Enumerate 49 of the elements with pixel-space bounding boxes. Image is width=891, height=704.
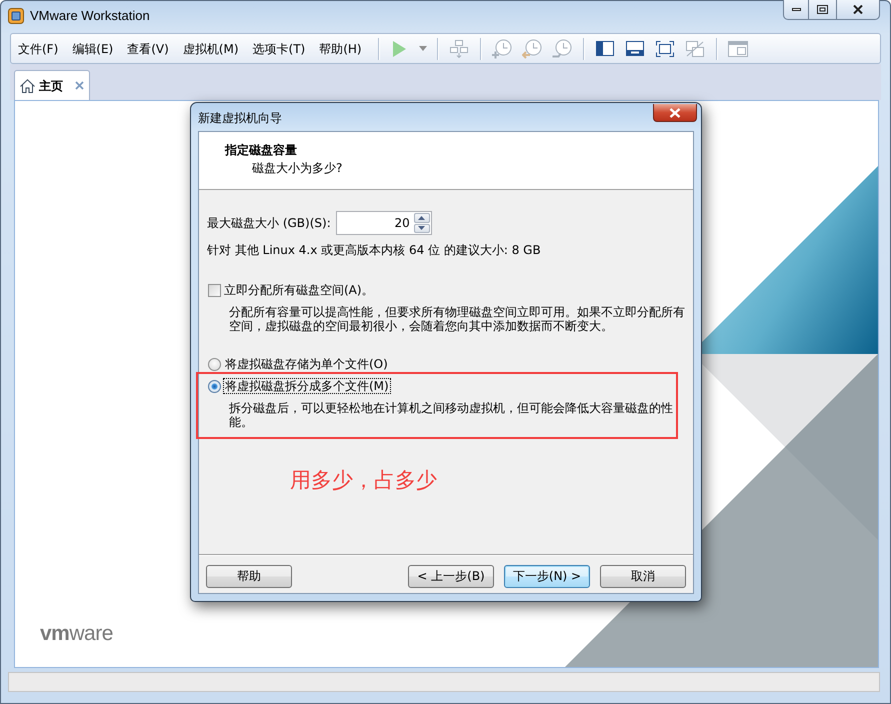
wizard-button[interactable]: 取消 [600, 565, 686, 588]
dialog-heading: 指定磁盘容量 [225, 142, 298, 158]
clock-icon [552, 38, 572, 58]
squares-icon [450, 40, 468, 58]
restore-button[interactable] [809, 0, 837, 20]
restore-icon [817, 5, 828, 14]
checkbox[interactable] [208, 284, 221, 296]
bottom-panel-icon [626, 41, 644, 56]
dialog-subheading: 磁盘大小为多少? [251, 160, 344, 176]
tab[interactable]: 主页 [14, 70, 90, 100]
play-icon [393, 40, 406, 56]
radio-button[interactable] [208, 358, 221, 370]
overlapping-windows-icon [686, 40, 704, 56]
minimize-icon [792, 8, 800, 11]
caret-icon [418, 46, 427, 51]
fullscreen-icon [656, 40, 674, 56]
option-description: 分配所有容量可以提高性能，但要求所有物理磁盘空间立即可用。如果不立即分配所有空间，虚拟磁盘的空间最初很小，会随着您向其中添加数据而不断变大。 [229, 305, 686, 333]
annotation-text: 用多少，占多少 [290, 468, 438, 492]
window-icon [728, 40, 748, 56]
wizard-button[interactable]: 下一步(N) > [504, 565, 590, 588]
recommendation-text: 针对 其他 Linux 4.x 或更高版本内核 64 位 的建议大小: 8 GB [207, 243, 542, 257]
clock-arrow-icon [522, 38, 542, 58]
wizard-button[interactable]: < 上一步(B) [408, 565, 494, 588]
close-icon [853, 5, 863, 14]
app-icon [8, 8, 24, 24]
option-description: 拆分磁盘后，可以更轻松地在计算机之间移动虚拟机，但可能会降低大容量磁盘的性能。 [229, 401, 674, 429]
menu-item[interactable]: 编辑(E) [68, 38, 118, 58]
radio-label[interactable]: 将虚拟磁盘存储为单个文件(O) [224, 357, 389, 371]
logo-text: vmware [40, 622, 113, 646]
close-icon[interactable] [75, 81, 84, 90]
window-title: VMware Workstation [30, 8, 150, 24]
menu-item[interactable]: 帮助(H) [315, 38, 366, 58]
help-button[interactable]: 帮助 [206, 565, 292, 588]
sidebar-panel-icon [596, 41, 614, 56]
close-button[interactable] [837, 0, 880, 20]
checkbox-label[interactable]: 立即分配所有磁盘空间(A)。 [224, 283, 374, 297]
menu-item[interactable]: 查看(V) [123, 38, 173, 58]
close-icon [669, 108, 681, 118]
close-button[interactable] [653, 104, 697, 122]
disk-size-label: 最大磁盘大小 (GB)(S): [207, 214, 331, 232]
menu-item[interactable]: 文件(F) [14, 38, 62, 58]
minimize-button[interactable] [783, 0, 809, 20]
clock-plus-icon [492, 38, 512, 58]
radio-label[interactable]: 将虚拟磁盘拆分成多个文件(M) [224, 379, 390, 393]
home-icon [20, 78, 35, 92]
dialog-title: 新建虚拟机向导 [198, 111, 282, 125]
menu-item[interactable]: 虚拟机(M) [178, 38, 243, 58]
menu-item[interactable]: 选项卡(T) [248, 38, 310, 58]
radio-button[interactable] [208, 380, 221, 392]
